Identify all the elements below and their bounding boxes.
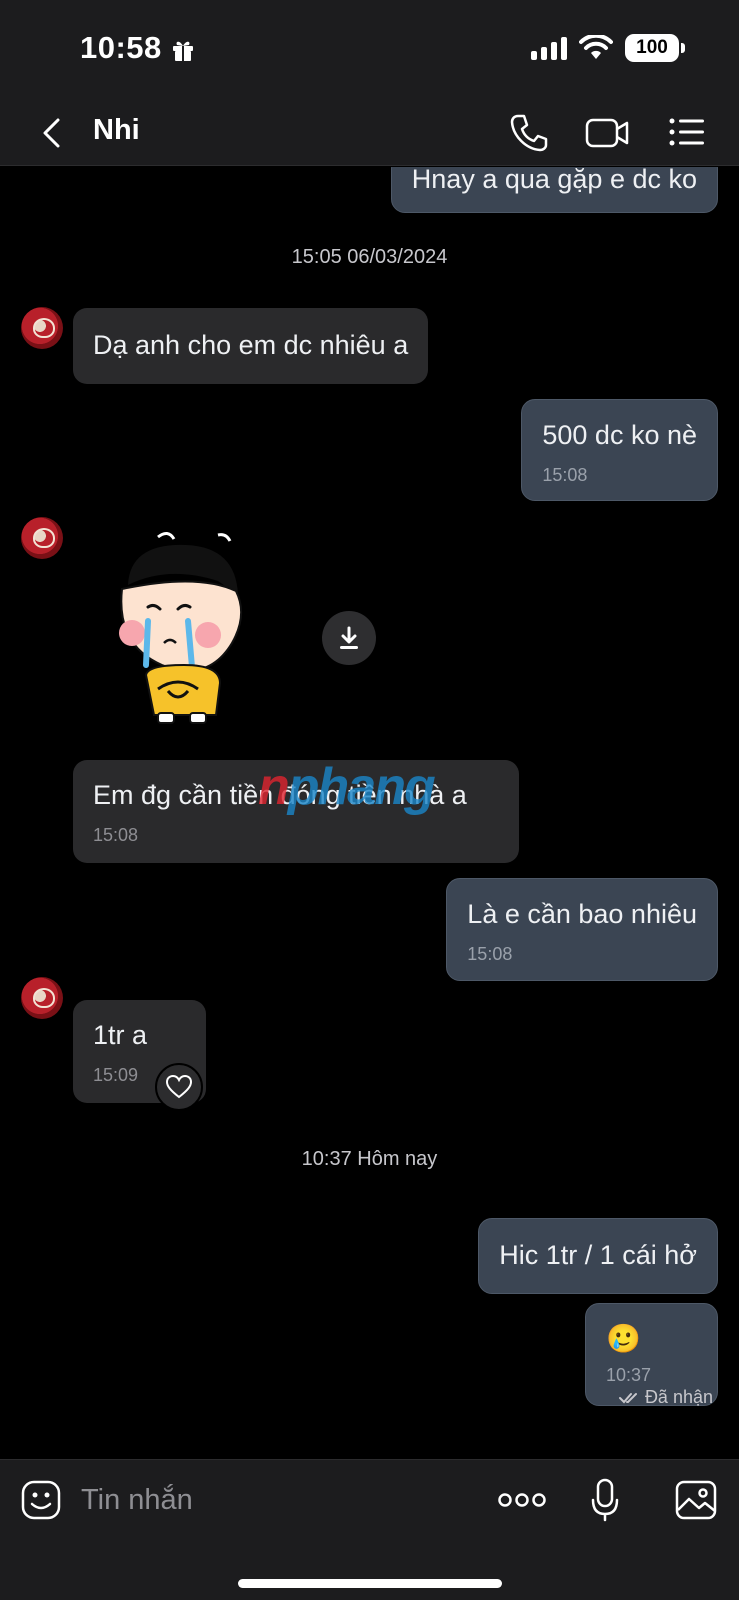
video-call-icon[interactable] — [585, 112, 629, 152]
contact-name[interactable]: Nhi — [93, 114, 140, 147]
emoji-message: 🥲 — [606, 1323, 641, 1354]
message-text: Dạ anh cho em dc nhiêu a — [93, 330, 409, 360]
contact-avatar[interactable] — [21, 307, 63, 349]
image-gallery-icon[interactable] — [675, 1480, 717, 1520]
download-sticker-button[interactable] — [322, 611, 376, 665]
message-bubble-outgoing[interactable]: Là e cần bao nhiêu 15:08 — [446, 878, 718, 981]
heart-icon — [166, 1075, 192, 1099]
message-text: Hnay a qua gặp e dc ko — [411, 167, 697, 194]
delivery-status-text: Đã nhận — [644, 1387, 713, 1407]
contact-avatar[interactable] — [21, 517, 63, 559]
more-options-icon[interactable] — [498, 1490, 546, 1510]
cellular-signal-icon — [531, 36, 567, 60]
message-time: 15:08 — [467, 944, 513, 964]
watermark-logo: nphang — [258, 757, 436, 817]
date-separator: 15:05 06/03/2024 — [291, 246, 448, 268]
message-time: 15:08 — [93, 825, 139, 845]
message-bubble-outgoing[interactable]: 500 dc ko nè 15:08 — [521, 399, 718, 501]
message-text: 1tr a — [93, 1020, 148, 1050]
message-input[interactable]: Tin nhắn — [81, 1484, 193, 1517]
menu-list-icon[interactable] — [668, 112, 706, 152]
watermark-part2: phang — [287, 758, 436, 816]
message-bubble-outgoing[interactable]: Hnay a qua gặp e dc ko — [390, 167, 718, 213]
message-time: 15:08 — [542, 465, 588, 485]
message-input-bar: Tin nhắn — [0, 1459, 739, 1600]
emoji-icon[interactable] — [21, 1480, 61, 1520]
wifi-icon — [579, 35, 613, 59]
date-separator: 10:37 Hôm nay — [301, 1148, 438, 1170]
message-list[interactable]: Hnay a qua gặp e dc ko 15:05 06/03/2024 … — [0, 167, 739, 1459]
react-heart-button[interactable] — [155, 1063, 203, 1111]
message-time: 10:37 — [606, 1365, 652, 1385]
message-text: 500 dc ko nè — [542, 420, 697, 450]
status-bar: 10:58 100 — [0, 0, 739, 100]
battery-level: 100 — [636, 37, 668, 58]
gift-icon — [173, 41, 193, 61]
message-text: Hic 1tr / 1 cái hở — [499, 1240, 697, 1270]
phone-icon[interactable] — [510, 112, 548, 152]
message-text: Là e cần bao nhiêu — [467, 899, 697, 929]
back-chevron-icon[interactable] — [38, 116, 68, 150]
home-indicator[interactable] — [238, 1579, 502, 1588]
message-bubble-outgoing[interactable]: Hic 1tr / 1 cái hở — [478, 1218, 718, 1294]
contact-avatar[interactable] — [21, 977, 63, 1019]
delivery-status: Đã nhận — [618, 1387, 713, 1408]
crying-child-sticker[interactable] — [108, 525, 258, 725]
watermark-part1: n — [258, 758, 290, 816]
message-bubble-incoming[interactable]: Dạ anh cho em dc nhiêu a — [73, 308, 429, 384]
chat-header: Nhi — [0, 100, 739, 166]
double-check-icon — [618, 1392, 637, 1403]
status-time: 10:58 — [80, 30, 162, 65]
download-icon — [340, 626, 358, 649]
microphone-icon[interactable] — [590, 1478, 620, 1522]
battery-indicator: 100 — [625, 34, 685, 62]
